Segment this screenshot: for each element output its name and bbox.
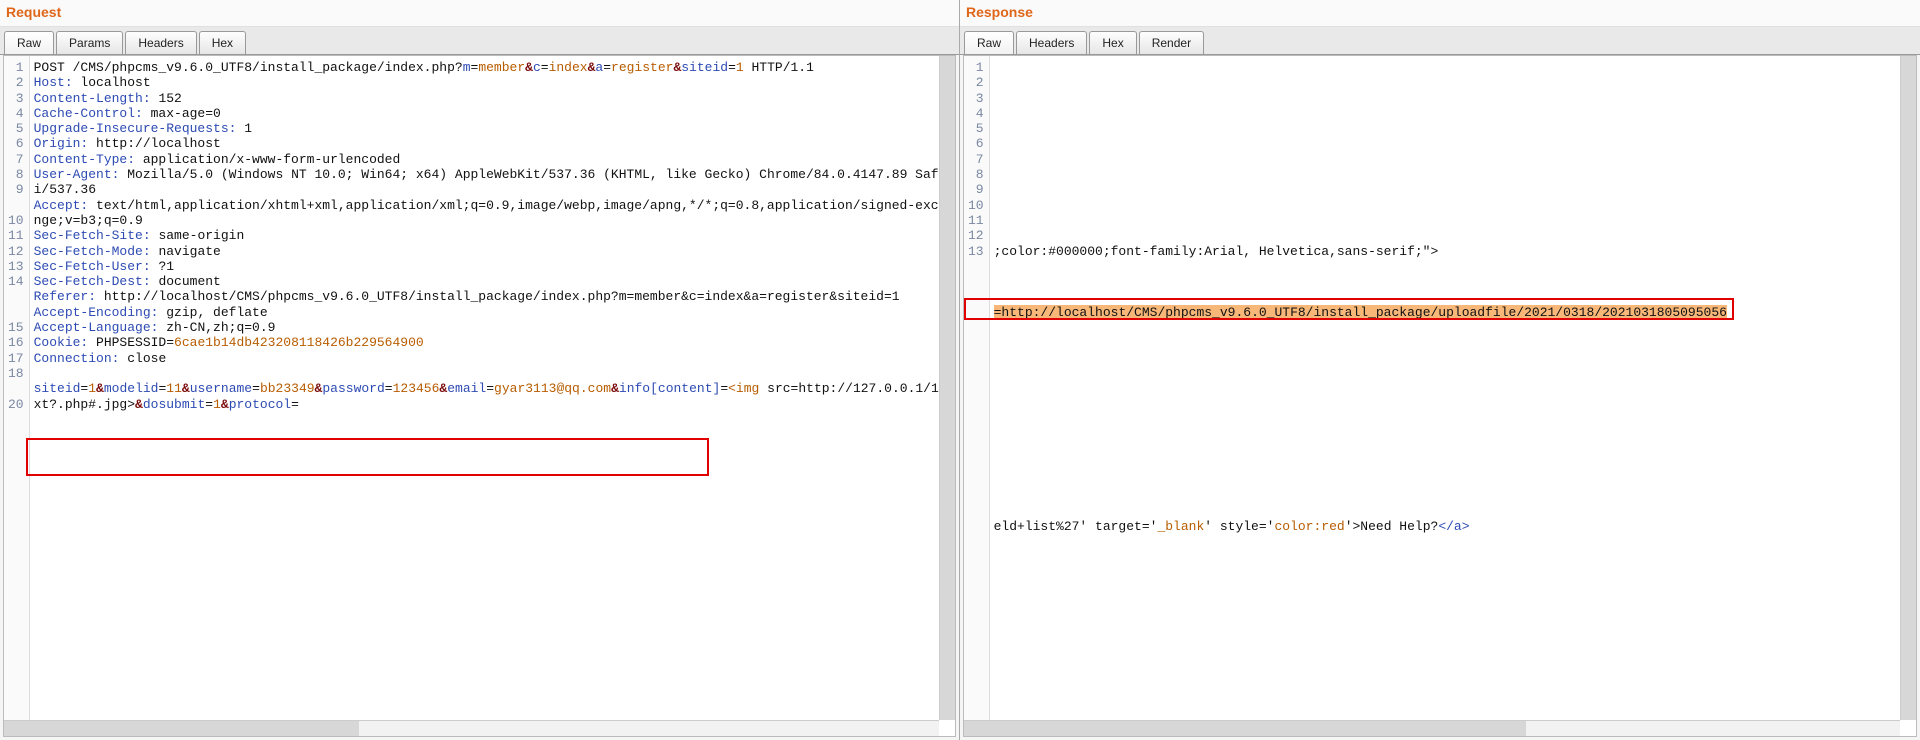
vertical-scrollbar[interactable] <box>939 56 955 720</box>
tab-resp-headers[interactable]: Headers <box>1016 31 1087 54</box>
response-raw-text[interactable]: ;color:#000000;font-family:Arial, Helvet… <box>990 56 1916 736</box>
request-title: Request <box>0 0 959 27</box>
horizontal-scrollbar[interactable] <box>4 720 939 736</box>
request-raw-text[interactable]: POST /CMS/phpcms_v9.6.0_UTF8/install_pac… <box>30 56 955 736</box>
tab-params[interactable]: Params <box>56 31 123 54</box>
tab-resp-hex[interactable]: Hex <box>1089 31 1136 54</box>
response-line-gutter: 1 2 3 4 5 6 7 8 9 10 11 12 13 <box>964 56 990 736</box>
horizontal-scrollbar[interactable] <box>964 720 1900 736</box>
tab-resp-raw[interactable]: Raw <box>964 31 1014 54</box>
tab-hex[interactable]: Hex <box>199 31 246 54</box>
response-title: Response <box>960 0 1920 27</box>
request-pane: Request Raw Params Headers Hex 1 2 3 4 5… <box>0 0 960 740</box>
tab-headers[interactable]: Headers <box>125 31 196 54</box>
response-tabbar: Raw Headers Hex Render <box>960 27 1920 55</box>
request-editor[interactable]: 1 2 3 4 5 6 7 8 9 10 11 12 13 14 15 16 1… <box>3 55 956 737</box>
tab-resp-render[interactable]: Render <box>1139 31 1204 54</box>
vertical-scrollbar[interactable] <box>1900 56 1916 720</box>
response-editor[interactable]: 1 2 3 4 5 6 7 8 9 10 11 12 13 ;color:#00… <box>963 55 1917 737</box>
request-line-gutter: 1 2 3 4 5 6 7 8 9 10 11 12 13 14 15 16 1… <box>4 56 30 736</box>
tab-raw[interactable]: Raw <box>4 31 54 54</box>
request-tabbar: Raw Params Headers Hex <box>0 27 959 55</box>
response-pane: Response Raw Headers Hex Render 1 2 3 4 … <box>960 0 1920 740</box>
